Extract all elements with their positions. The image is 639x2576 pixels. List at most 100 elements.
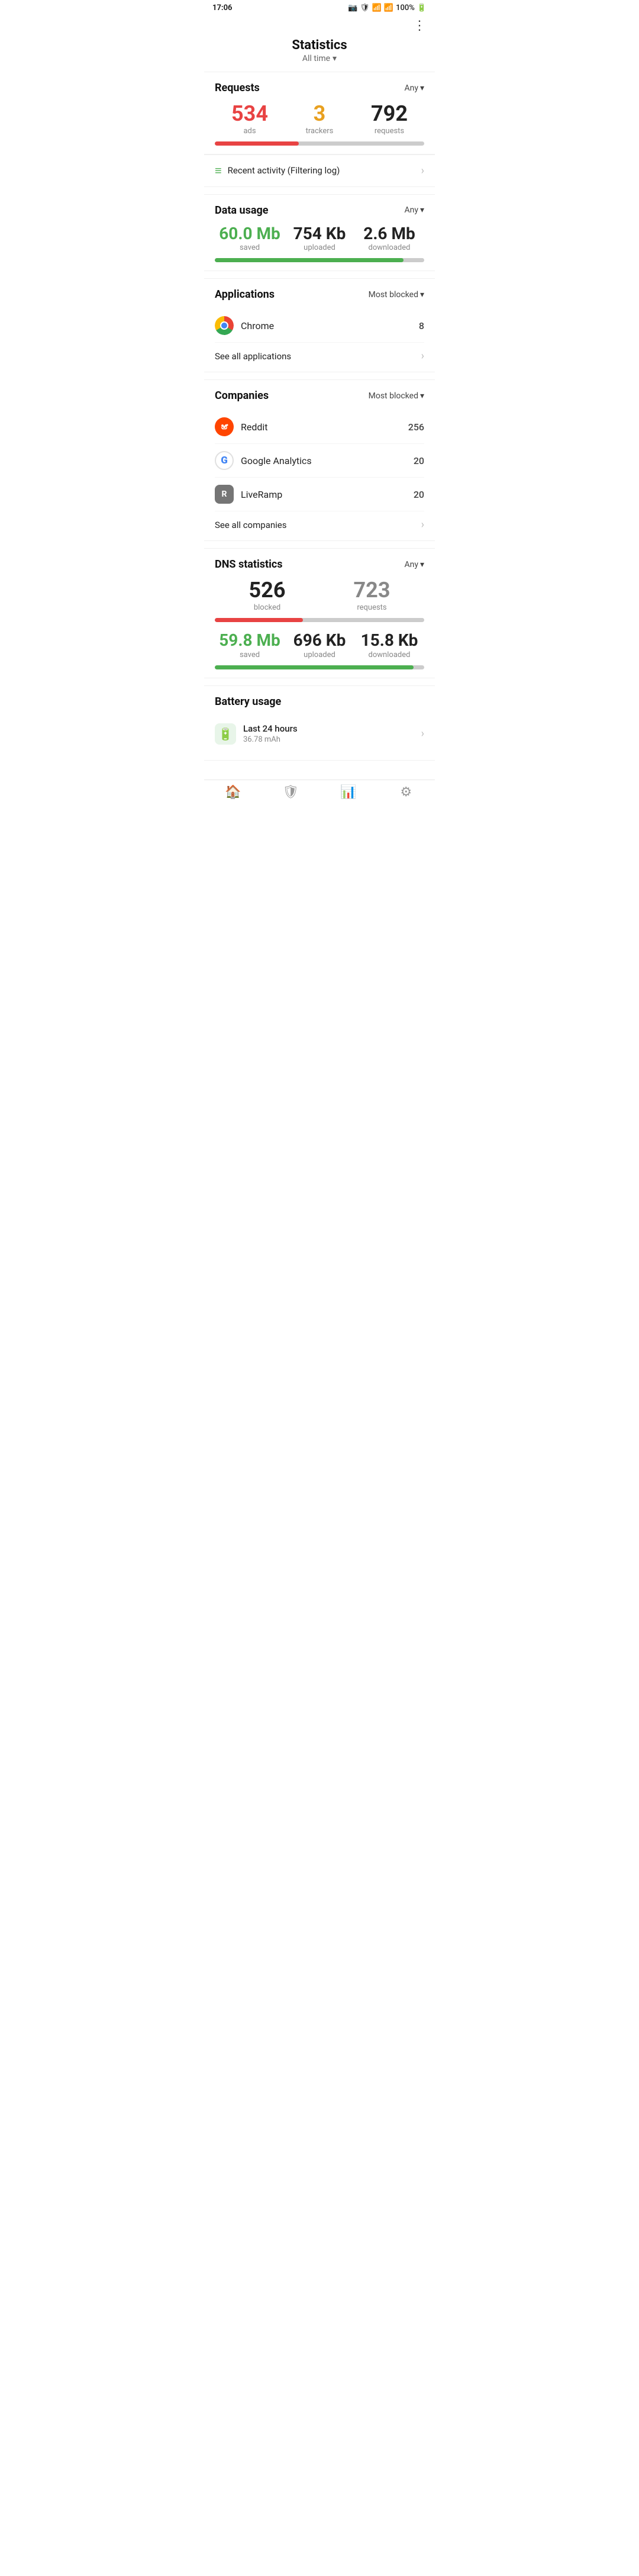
data-usage-progress-bar [215,258,424,262]
dns-saved-value: 59.8 Mb [215,632,285,650]
dns-statistics-section: DNS statistics Any ▾ 526 blocked 723 req… [204,548,435,678]
companies-filter[interactable]: Most blocked ▾ [369,391,424,401]
dns-filter[interactable]: Any ▾ [404,560,424,569]
ads-stat: 534 ads [215,102,285,136]
company-item-reddit[interactable]: Reddit 256 [215,410,424,444]
company-name-reddit: Reddit [241,421,401,433]
data-usage-section: Data usage Any ▾ 60.0 Mb saved 754 Kb up… [204,194,435,272]
dns-stats-row: 526 blocked 723 requests [215,579,424,612]
uploaded-label: uploaded [285,243,354,252]
company-name-liveramp: LiveRamp [241,489,406,500]
app-item-chrome[interactable]: Chrome 8 [215,309,424,343]
dns-blocked-label: blocked [215,603,320,612]
company-name-google-analytics: Google Analytics [241,455,406,466]
battery-last24h-icon: 🔋 [215,723,236,745]
dns-uploaded-stat: 696 Kb uploaded [285,632,354,659]
bottom-nav: 🏠 🛡 📊 ⚙ [204,780,435,807]
dns-uploaded-label: uploaded [285,651,354,659]
battery-header: Battery usage [215,695,424,708]
requests-filter[interactable]: Any ▾ [404,83,424,93]
see-all-apps-label: See all applications [215,351,291,362]
status-time: 17:06 [212,4,233,12]
dns-data-progress-fill [215,665,414,669]
shield-nav-icon: 🛡 [282,785,299,800]
dns-requests-value: 723 [320,579,424,603]
downloaded-value: 2.6 Mb [354,225,424,243]
saved-stat: 60.0 Mb saved [215,225,285,253]
nav-item-settings[interactable]: ⚙ [377,785,435,800]
shield-icon: 🛡 [360,4,370,12]
menu-button[interactable]: ⋮ [413,18,427,33]
company-item-liveramp[interactable]: R LiveRamp 20 [215,478,424,511]
data-usage-filter[interactable]: Any ▾ [404,205,424,215]
see-all-companies-chevron: › [421,519,424,531]
battery-status: 100% [396,4,415,12]
top-bar: ⋮ [204,16,435,33]
dns-progress-bar [215,618,424,622]
see-all-companies-label: See all companies [215,520,286,530]
dns-saved-stat: 59.8 Mb saved [215,632,285,659]
nav-item-statistics[interactable]: 📊 [320,785,377,800]
dns-downloaded-value: 15.8 Kb [354,632,424,650]
requests-section: Requests Any ▾ 534 ads 3 trackers 792 re… [204,72,435,154]
saved-value: 60.0 Mb [215,225,285,243]
trackers-value: 3 [285,102,354,126]
google-icon: G [215,451,234,470]
uploaded-stat: 754 Kb uploaded [285,225,354,253]
filter-label: All time [302,54,330,63]
requests-value: 792 [354,102,424,126]
home-icon: 🏠 [225,785,241,800]
see-all-companies[interactable]: See all companies › [215,511,424,532]
requests-progress-fill [215,141,299,146]
reddit-icon [215,417,234,436]
battery-last-24h-row[interactable]: 🔋 Last 24 hours 36.78 mAh › [215,716,424,752]
dns-requests-label: requests [320,603,424,612]
nav-item-home[interactable]: 🏠 [204,785,262,800]
filter-subtitle[interactable]: All time ▾ [204,54,435,63]
applications-title: Applications [215,288,275,301]
dns-downloaded-stat: 15.8 Kb downloaded [354,632,424,659]
company-count-reddit: 256 [408,421,424,433]
requests-stats-row: 534 ads 3 trackers 792 requests [215,102,424,136]
wifi-icon: 📶 [372,4,382,12]
filter-lines-icon: ≡ [215,163,222,178]
data-usage-stats-row: 60.0 Mb saved 754 Kb uploaded 2.6 Mb dow… [215,225,424,253]
saved-label: saved [215,243,285,252]
trackers-stat: 3 trackers [285,102,354,136]
applications-filter[interactable]: Most blocked ▾ [369,290,424,300]
statistics-icon: 📊 [340,785,356,800]
ads-value: 534 [215,102,285,126]
dns-saved-label: saved [215,651,285,659]
status-bar: 17:06 📷 🛡 📶 📶 100% 🔋 [204,0,435,16]
dns-uploaded-value: 696 Kb [285,632,354,650]
dns-header: DNS statistics Any ▾ [215,558,424,571]
company-count-google-analytics: 20 [414,455,424,466]
downloaded-label: downloaded [354,243,424,252]
dns-downloaded-label: downloaded [354,651,424,659]
activity-label: Recent activity (Filtering log) [228,165,415,176]
requests-header: Requests Any ▾ [215,82,424,94]
dns-requests-stat: 723 requests [320,579,424,612]
downloaded-stat: 2.6 Mb downloaded [354,225,424,253]
recent-activity-row[interactable]: ≡ Recent activity (Filtering log) › [204,154,435,187]
settings-icon: ⚙ [400,785,412,800]
requests-progress-bar [215,141,424,146]
app-name-chrome: Chrome [241,320,412,331]
chrome-icon [215,316,234,335]
battery-chevron: › [421,727,424,740]
uploaded-value: 754 Kb [285,225,354,243]
requests-stat: 792 requests [354,102,424,136]
requests-label: requests [354,127,424,136]
see-all-apps-chevron: › [421,350,424,362]
liveramp-icon: R [215,485,234,504]
page-title: Statistics [204,38,435,53]
dns-blocked-value: 526 [215,579,320,603]
see-all-applications[interactable]: See all applications › [215,343,424,363]
battery-section: Battery usage 🔋 Last 24 hours 36.78 mAh … [204,685,435,761]
company-item-google-analytics[interactable]: G Google Analytics 20 [215,444,424,478]
nav-item-protection[interactable]: 🛡 [262,785,320,800]
dns-data-usage-row: 59.8 Mb saved 696 Kb uploaded 15.8 Kb do… [215,632,424,659]
battery-title: Battery usage [215,695,281,708]
companies-header: Companies Most blocked ▾ [215,389,424,402]
applications-header: Applications Most blocked ▾ [215,288,424,301]
